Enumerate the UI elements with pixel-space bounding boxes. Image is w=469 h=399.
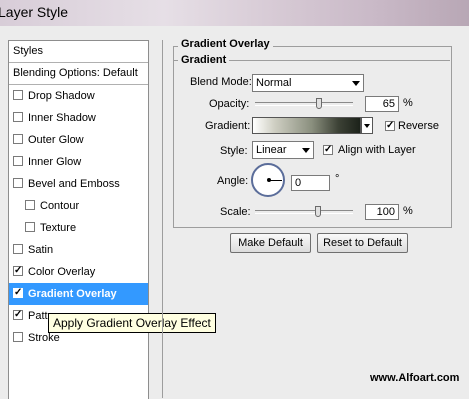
style-item-inner-shadow[interactable]: Inner Shadow [9,107,148,129]
style-checkbox[interactable]: ✓ [13,310,23,321]
style-item-label: Inner Shadow [28,112,96,124]
style-checkbox[interactable] [13,90,23,101]
watermark: www.Alfoart.com [370,372,460,384]
angle-input[interactable]: 0 [291,175,330,191]
styles-list-panel: Styles Blending Options: Default Drop Sh… [8,40,149,399]
angle-label: Angle: [217,175,249,187]
dial-needle [269,180,282,181]
chevron-down-icon [352,81,360,86]
style-item-contour[interactable]: Contour [9,195,148,217]
scale-unit: % [403,205,413,217]
style-item-outer-glow[interactable]: Outer Glow [9,129,148,151]
scale-label: Scale: [220,206,251,218]
style-select[interactable]: Linear [252,141,314,159]
style-checkbox[interactable] [13,156,23,167]
style-item-color-overlay[interactable]: ✓ Color Overlay [9,261,148,283]
gradient-overlay-title: Gradient Overlay [178,38,273,50]
scale-input[interactable]: 100 [365,204,399,220]
style-item-drop-shadow[interactable]: Drop Shadow [9,85,148,107]
blending-options-item[interactable]: Blending Options: Default [9,63,148,85]
style-item-label: Color Overlay [28,266,96,278]
styles-header[interactable]: Styles [9,41,148,63]
blend-mode-value: Normal [256,77,292,89]
style-label: Style: [220,145,248,157]
style-checkbox[interactable] [25,222,35,233]
opacity-label: Opacity: [209,98,250,110]
style-item-label: Bevel and Emboss [28,178,120,190]
chevron-down-icon [302,148,310,153]
scale-slider-track[interactable] [255,210,353,214]
style-item-label: Drop Shadow [28,90,95,102]
gradient-preview[interactable] [252,117,361,134]
angle-dial[interactable] [251,163,285,197]
make-default-button[interactable]: Make Default [230,233,311,253]
title-bar: Layer Style [0,0,469,26]
gradient-dropdown-button[interactable] [361,117,373,134]
gradient-group-title: Gradient [178,54,230,66]
style-item-texture[interactable]: Texture [9,217,148,239]
style-checkbox[interactable] [13,178,23,189]
reverse-label: Reverse [398,120,439,132]
chevron-down-icon [364,124,370,128]
blend-mode-label: Blend Mode: [190,76,252,88]
style-item-gradient-overlay[interactable]: ✓ Gradient Overlay [9,283,148,305]
opacity-input[interactable]: 65 [365,96,399,112]
style-item-satin[interactable]: Satin [9,239,148,261]
style-item-label: Texture [40,222,77,234]
style-value: Linear [256,144,287,156]
gradient-label: Gradient: [205,120,251,132]
style-checkbox[interactable] [13,134,23,145]
reverse-checkbox[interactable]: ✓ [385,121,395,131]
style-item-label: Contour [40,200,80,212]
opacity-unit: % [403,97,413,109]
style-item-label: Gradient Overlay [28,288,117,300]
blend-mode-select[interactable]: Normal [252,74,364,92]
style-checkbox[interactable]: ✓ [13,266,23,277]
style-checkbox[interactable] [13,112,23,123]
style-item-bevel-and-emboss[interactable]: Bevel and Emboss [9,173,148,195]
window-title: Layer Style [0,4,69,20]
style-checkbox[interactable]: ✓ [13,288,23,299]
opacity-slider-track[interactable] [255,102,353,106]
scale-slider-thumb[interactable] [315,206,321,217]
reset-to-default-button[interactable]: Reset to Default [317,233,408,253]
angle-unit: ° [335,173,340,185]
style-item-label: Inner Glow [28,156,82,168]
align-with-layer-checkbox[interactable]: ✓ [323,145,333,155]
style-checkbox[interactable] [13,244,23,255]
style-checkbox[interactable] [13,332,23,343]
style-checkbox[interactable] [25,200,35,211]
style-item-label: Outer Glow [28,134,84,146]
align-with-layer-label: Align with Layer [338,144,416,156]
style-item-inner-glow[interactable]: Inner Glow [9,151,148,173]
opacity-slider-thumb[interactable] [315,98,322,109]
style-item-label: Stroke [28,332,60,344]
style-item-label: Satin [28,244,54,256]
